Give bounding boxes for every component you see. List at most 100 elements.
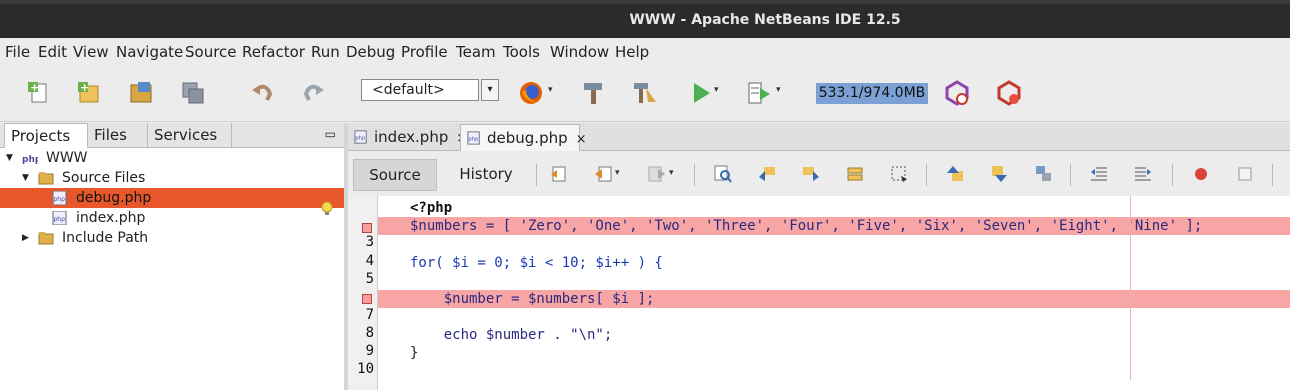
- tree-item-include-path[interactable]: ▶ Include Path: [0, 228, 344, 248]
- menu-refactor[interactable]: Refactor: [242, 43, 305, 61]
- tree-item-label: WWW: [46, 150, 88, 166]
- menu-window[interactable]: Window: [550, 43, 609, 61]
- tree-item-label: Source Files: [62, 170, 146, 186]
- expand-arrow-icon[interactable]: ▶: [22, 228, 29, 248]
- stop-macro-icon[interactable]: [1236, 165, 1254, 183]
- minimize-icon[interactable]: ▭: [325, 127, 336, 141]
- build-icon[interactable]: [580, 80, 606, 106]
- new-file-icon[interactable]: +: [26, 80, 52, 106]
- back-icon[interactable]: [594, 165, 612, 183]
- config-select[interactable]: <default> ▾: [361, 79, 499, 103]
- line-number: 5: [365, 271, 374, 287]
- code-editor[interactable]: <?php $numbers = [ 'Zero', 'One', 'Two',…: [378, 196, 1290, 390]
- separator: [926, 164, 927, 186]
- profile-attach-icon[interactable]: [996, 80, 1022, 106]
- run-icon[interactable]: [688, 80, 714, 106]
- tab-files[interactable]: Files: [88, 123, 148, 148]
- menu-navigate[interactable]: Navigate: [116, 43, 183, 61]
- tab-services[interactable]: Services: [148, 123, 232, 148]
- profile-icon[interactable]: [944, 80, 970, 106]
- panel-tabs: Projects Files Services ▭: [0, 123, 344, 148]
- line-number: 3: [365, 234, 374, 250]
- chevron-down-icon[interactable]: ▾: [548, 85, 553, 95]
- lightbulb-hint-icon[interactable]: [320, 201, 334, 215]
- menu-debug[interactable]: Debug: [346, 43, 395, 61]
- tab-index-php[interactable]: php index.php×: [348, 124, 467, 151]
- svg-text:php: php: [54, 216, 66, 223]
- main-toolbar: + + <default> ▾ ▾ ▾ ▾ 533.1/974.0MB: [0, 66, 1290, 122]
- code-text: $number = $numbers[ $i ];: [410, 291, 655, 307]
- menu-help[interactable]: Help: [615, 43, 649, 61]
- menu-run[interactable]: Run: [311, 43, 340, 61]
- redo-icon[interactable]: [300, 80, 326, 106]
- tree-item-label: debug.php: [76, 190, 152, 206]
- find-icon[interactable]: [714, 165, 732, 183]
- expand-arrow-icon[interactable]: ▼: [22, 168, 29, 188]
- new-project-icon[interactable]: +: [76, 80, 102, 106]
- code-line-breakpoint: $number = $numbers[ $i ];: [378, 290, 1290, 308]
- separator: [1070, 164, 1071, 186]
- save-all-icon[interactable]: [180, 80, 206, 106]
- tab-label: debug.php: [487, 129, 568, 147]
- php-file-icon: php: [354, 130, 367, 144]
- toggle-rectangular-selection-icon[interactable]: [890, 165, 908, 183]
- folder-icon: [38, 232, 54, 245]
- menu-edit[interactable]: Edit: [38, 43, 67, 61]
- debug-icon[interactable]: [746, 80, 772, 106]
- menu-profile[interactable]: Profile: [401, 43, 448, 61]
- forward-icon[interactable]: [648, 165, 666, 183]
- expand-arrow-icon[interactable]: ▼: [6, 148, 13, 168]
- menu-view[interactable]: View: [73, 43, 109, 61]
- breakpoint-icon[interactable]: [362, 223, 372, 233]
- config-select-value[interactable]: <default>: [361, 79, 479, 101]
- tree-item-label: Include Path: [62, 230, 149, 246]
- last-edit-icon[interactable]: [550, 165, 568, 183]
- breakpoint-icon[interactable]: [362, 294, 372, 304]
- next-bookmark-icon[interactable]: [990, 165, 1008, 183]
- close-icon[interactable]: ×: [576, 132, 587, 147]
- previous-bookmark-icon[interactable]: [946, 165, 964, 183]
- menu-source[interactable]: Source: [185, 43, 237, 61]
- undo-icon[interactable]: [250, 80, 276, 106]
- toggle-bookmark-icon[interactable]: [1034, 165, 1052, 183]
- folder-icon: [38, 172, 54, 185]
- chevron-down-icon[interactable]: ▾: [776, 85, 781, 95]
- clean-build-icon[interactable]: [632, 80, 658, 106]
- line-number: 10: [357, 361, 374, 377]
- menu-team[interactable]: Team: [456, 43, 496, 61]
- memory-indicator[interactable]: 533.1/974.0MB: [816, 83, 928, 104]
- chevron-down-icon[interactable]: ▾: [481, 79, 499, 101]
- source-button[interactable]: Source: [353, 159, 437, 191]
- editor-tabs: php index.php× php debug.php ×: [348, 123, 1290, 151]
- separator: [694, 164, 695, 186]
- tree-item-source-files[interactable]: ▼ Source Files: [0, 168, 344, 188]
- toggle-highlight-icon[interactable]: [846, 165, 864, 183]
- code-line-breakpoint: $numbers = [ 'Zero', 'One', 'Two', 'Thre…: [378, 217, 1290, 235]
- separator: [1272, 164, 1273, 186]
- shift-right-icon[interactable]: [1134, 165, 1152, 183]
- record-macro-icon[interactable]: [1192, 165, 1210, 183]
- chevron-down-icon[interactable]: ▾: [714, 85, 719, 95]
- menu-file[interactable]: File: [5, 43, 30, 61]
- tree-item-index-php[interactable]: php index.php: [0, 208, 344, 228]
- chevron-down-icon[interactable]: ▾: [615, 168, 620, 178]
- tab-debug-php[interactable]: php debug.php ×: [460, 124, 587, 151]
- find-previous-icon[interactable]: [758, 165, 776, 183]
- find-next-icon[interactable]: [802, 165, 820, 183]
- firefox-icon[interactable]: [518, 80, 544, 106]
- open-project-icon[interactable]: [128, 80, 154, 106]
- tab-projects[interactable]: Projects: [4, 123, 88, 148]
- svg-text:php: php: [468, 137, 479, 143]
- tree-item-www[interactable]: ▼ php WWW: [0, 148, 344, 168]
- code-text: }: [410, 345, 419, 361]
- chevron-down-icon[interactable]: ▾: [669, 168, 674, 178]
- shift-left-icon[interactable]: [1090, 165, 1108, 183]
- tree-item-debug-php[interactable]: php debug.php: [0, 188, 344, 208]
- php-file-icon: php: [52, 191, 67, 205]
- menu-tools[interactable]: Tools: [503, 43, 540, 61]
- code-line: echo $number . "\n";: [410, 326, 1290, 344]
- history-button[interactable]: History: [446, 159, 526, 191]
